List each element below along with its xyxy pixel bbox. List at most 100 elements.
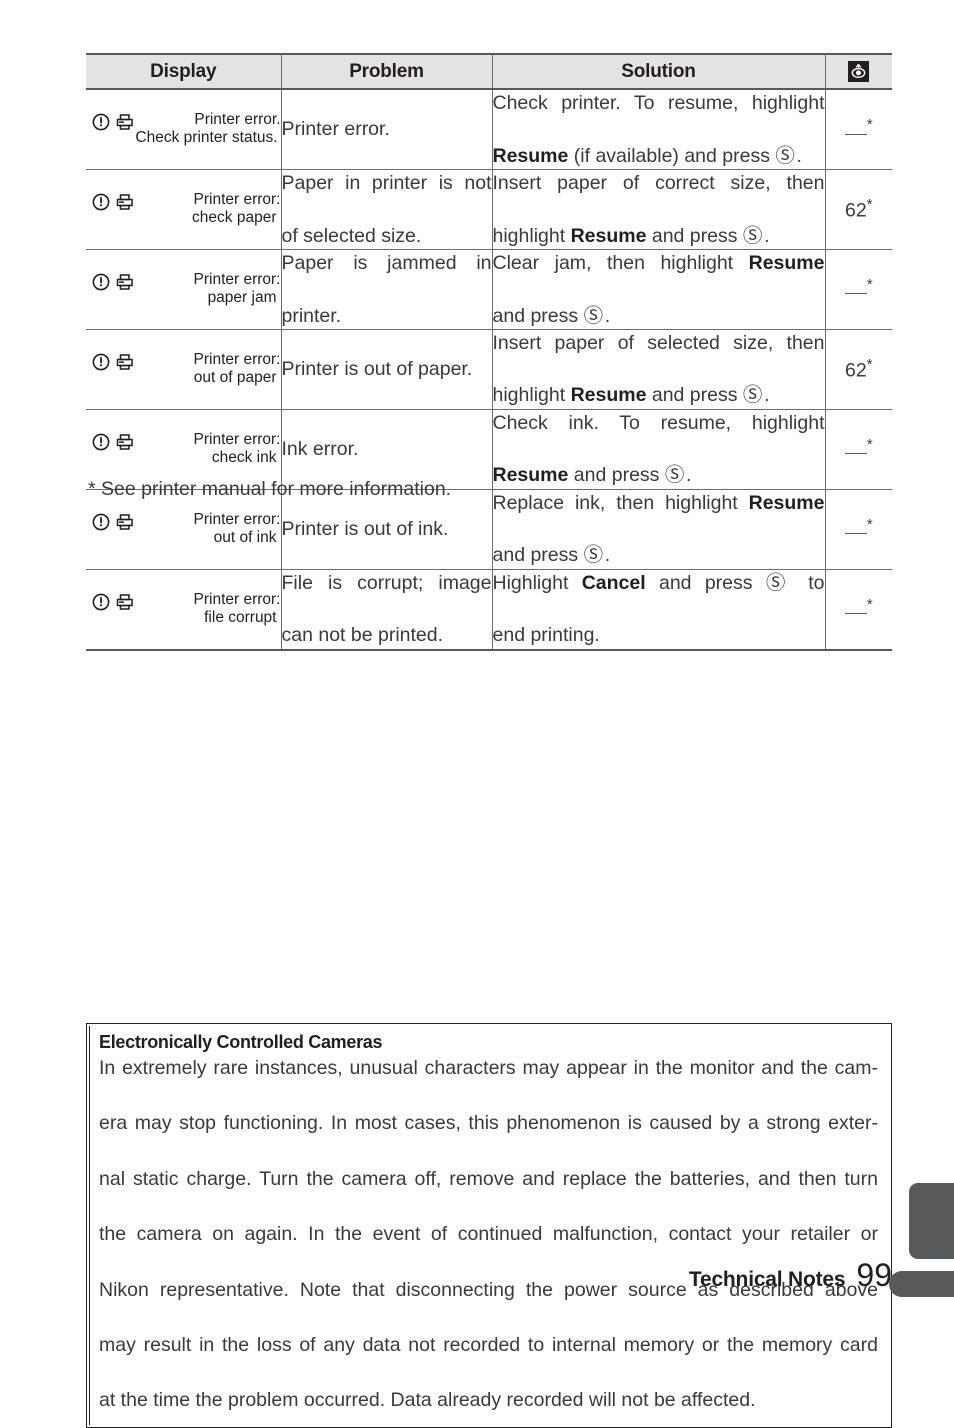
- display-text-line2: check ink: [211, 449, 277, 467]
- display-text-line2: file corrupt: [204, 609, 277, 627]
- problem-line1: Paper in printer is not: [281, 171, 492, 194]
- ok-button-icon: Ⓢ: [742, 224, 765, 247]
- solution-line1: Insert paper of selected size, then: [492, 331, 825, 354]
- solution-line2-tail: .: [604, 544, 611, 567]
- solution-line2-tail: .: [796, 144, 802, 167]
- problem-line1: Printer error.: [281, 118, 390, 141]
- table-header-row: Display Problem Solution: [86, 53, 892, 90]
- table-row: Printer error: paper jam Paper is jammed…: [86, 249, 892, 330]
- table-body: Printer error. Check printer status. Pri…: [86, 89, 892, 651]
- printer-icon: [115, 193, 135, 211]
- solution-line2: highlight Resume and press Ⓢ .: [493, 223, 825, 249]
- problem-line1: Ink error.: [281, 438, 359, 461]
- cell-reference: *: [824, 569, 892, 651]
- cell-display: Printer error. Check printer status.: [86, 89, 281, 170]
- resume-label: Resume: [492, 144, 569, 167]
- solution-line2-tail: .: [764, 224, 770, 247]
- display-text-line2: Check printer status.: [135, 129, 278, 147]
- solution-line1-pre: Clear jam, then highlight: [492, 251, 749, 274]
- cell-solution: Replace ink, then highlight Resume and p…: [491, 489, 825, 570]
- manual-page: Display Problem Solution Printer error. …: [0, 0, 954, 1428]
- printer-icon: [115, 593, 135, 611]
- display-icon-group: [92, 512, 135, 532]
- display-icon-group: [92, 112, 135, 132]
- cell-reference: *: [824, 89, 892, 170]
- display-icon-group: [92, 592, 135, 612]
- solution-line2-tail: .: [604, 304, 611, 327]
- column-header-reference: [824, 53, 892, 90]
- display-text-line2: check paper: [192, 209, 277, 227]
- printer-error-table: Display Problem Solution Printer error. …: [86, 53, 892, 651]
- warning-exclamation-icon: [92, 193, 110, 211]
- cell-problem: Printer is out of paper.: [280, 329, 492, 410]
- cell-reference: *: [824, 489, 892, 570]
- note-box-body: In extremely rare instances, unusual cha…: [99, 1055, 878, 1415]
- display-icon-group: [92, 192, 135, 212]
- footer-chapter-name: Technical Notes: [688, 1268, 846, 1291]
- cell-problem: Paper is jammed in printer.: [280, 249, 492, 330]
- table-footnote: * See printer manual for more informatio…: [88, 478, 452, 500]
- note-box-inner: Electronically Controlled Cameras In ext…: [89, 1026, 889, 1425]
- display-icon-group: [92, 272, 135, 292]
- cell-reference: 62*: [824, 329, 892, 410]
- note-box: Electronically Controlled Cameras In ext…: [86, 1023, 892, 1428]
- problem-line2: can not be printed.: [281, 624, 444, 647]
- reference-dash: [844, 453, 867, 455]
- cell-display: Printer error: out of paper: [86, 329, 281, 410]
- reference-dash: [844, 293, 867, 295]
- cell-solution: Check ink. To resume, highlight Resume a…: [491, 409, 825, 490]
- page-edge-tab-marker-large: [909, 1183, 954, 1259]
- note-line: In extremely rare instances, unusual cha…: [99, 1057, 878, 1079]
- solution-line2-rest: and press: [646, 384, 743, 407]
- warning-exclamation-icon: [92, 273, 110, 291]
- resume-label: Resume: [748, 251, 825, 274]
- reference-dash: [844, 613, 867, 615]
- resume-label: Resume: [570, 224, 647, 247]
- problem-line1: Paper is jammed in: [281, 251, 492, 274]
- solution-line2-tail: .: [764, 384, 770, 407]
- printer-icon: [115, 433, 135, 451]
- column-header-display: Display: [86, 53, 281, 90]
- display-icon-group: [92, 352, 135, 372]
- solution-line1: Check ink. To resume, highlight: [492, 411, 825, 434]
- solution-line2-pre: highlight: [492, 384, 571, 407]
- printer-icon: [115, 273, 135, 291]
- footer-page-number: 99: [856, 1257, 892, 1293]
- column-header-solution: Solution: [491, 53, 825, 90]
- ok-button-icon: Ⓢ: [742, 384, 765, 407]
- solution-line2-rest: and press: [492, 304, 584, 327]
- table-row: Printer error. Check printer status. Pri…: [86, 89, 892, 170]
- cell-problem: File is corrupt; image can not be printe…: [280, 569, 492, 651]
- display-text-line2: paper jam: [207, 289, 277, 307]
- warning-exclamation-icon: [92, 113, 110, 131]
- warning-exclamation-icon: [92, 433, 110, 451]
- resume-label: Resume: [748, 491, 825, 514]
- solution-line1-pre: Highlight: [492, 571, 582, 594]
- note-line: may result in the loss of any data not r…: [99, 1333, 878, 1356]
- reference-asterisk: *: [866, 515, 873, 533]
- reference-page: 62: [844, 199, 867, 222]
- reference-page: 62: [844, 359, 867, 382]
- problem-line2: of selected size.: [281, 224, 422, 247]
- solution-line2-rest: (if available) and press: [568, 144, 776, 167]
- reference-asterisk: *: [866, 595, 873, 613]
- note-line: era may stop functioning. In most cases,…: [99, 1112, 878, 1135]
- cell-solution: Insert paper of selected size, then high…: [491, 329, 825, 410]
- reference-eye-icon: [848, 60, 870, 82]
- problem-line1: Printer is out of paper.: [281, 358, 473, 381]
- page-edge-tab-marker-small: [889, 1271, 954, 1297]
- table-row: Printer error: check paper Paper in prin…: [86, 169, 892, 250]
- solution-line2: end printing.: [492, 624, 600, 647]
- page-footer: Technical Notes 99: [689, 1257, 892, 1294]
- cancel-label: Cancel: [581, 571, 646, 594]
- cell-solution: Insert paper of correct size, then highl…: [491, 169, 825, 250]
- problem-line1: File is corrupt; image: [281, 571, 492, 594]
- table-row: Printer error: out of paper Printer is o…: [86, 329, 892, 410]
- problem-line2: printer.: [281, 304, 342, 327]
- solution-line2-rest: and press: [492, 544, 584, 567]
- ok-button-icon: Ⓢ: [664, 464, 686, 487]
- solution-line1-tail: to: [794, 571, 825, 594]
- solution-line2: and press Ⓢ .: [493, 542, 825, 568]
- display-icon-group: [92, 432, 135, 452]
- reference-asterisk: *: [866, 435, 873, 453]
